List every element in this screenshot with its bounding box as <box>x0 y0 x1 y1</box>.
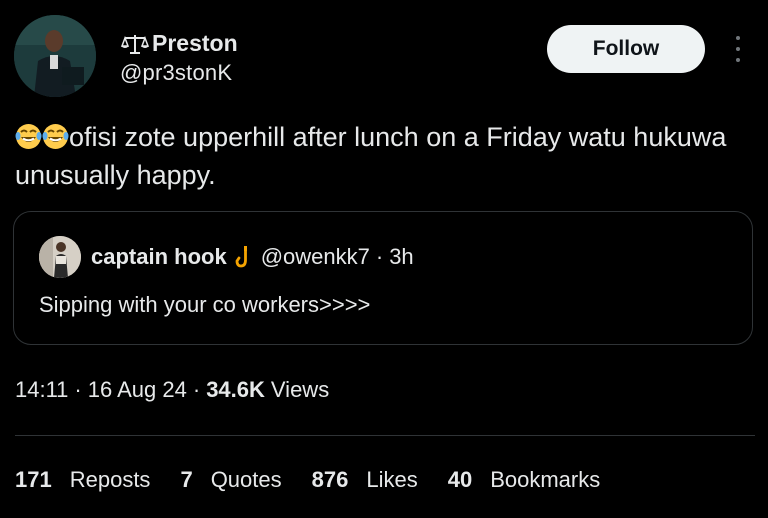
bookmarks-label: Bookmarks <box>490 467 601 492</box>
tweet-meta: 14:11 · 16 Aug 24 · 34.6K Views <box>15 377 329 403</box>
quotes-stat[interactable]: 7 Quotes <box>180 467 281 493</box>
more-options-icon[interactable] <box>733 36 743 62</box>
tweet-text: ofisi zote upperhill after lunch on a Fr… <box>15 118 745 194</box>
views-label: Views <box>270 377 330 402</box>
profile-photo-icon <box>14 15 96 97</box>
quote-author-avatar[interactable] <box>39 236 81 278</box>
quote-author-handle[interactable]: @owenkk7 <box>261 244 370 270</box>
separator-dot: · <box>375 244 384 269</box>
author-avatar[interactable] <box>14 15 96 97</box>
quotes-count: 7 <box>180 467 193 492</box>
likes-count: 876 <box>311 467 349 492</box>
profile-photo-icon <box>39 236 81 278</box>
reposts-stat[interactable]: 171 Reposts <box>15 467 150 493</box>
hook-icon <box>235 246 247 268</box>
quotes-label: Quotes <box>210 467 282 492</box>
separator-dot: · <box>74 377 82 402</box>
bookmarks-stat[interactable]: 40 Bookmarks <box>448 467 601 493</box>
quote-author-name[interactable]: captain hook <box>91 244 227 270</box>
author-name-row[interactable]: Preston <box>120 30 238 57</box>
tears-of-joy-emoji-icon <box>15 124 42 149</box>
reposts-label: Reposts <box>69 467 151 492</box>
quote-timestamp[interactable]: 3h <box>389 244 413 270</box>
quote-text: Sipping with your co workers>>>> <box>39 292 371 317</box>
quoted-tweet-card[interactable]: captain hook @owenkk7 · 3h Sipping with … <box>13 211 753 345</box>
divider <box>15 435 755 436</box>
reposts-count: 171 <box>15 467 52 492</box>
likes-stat[interactable]: 876 Likes <box>312 467 418 493</box>
bookmarks-count: 40 <box>447 467 473 492</box>
engagement-stats: 171 Reposts 7 Quotes 876 Likes 40 Bookma… <box>15 467 630 493</box>
quote-header: captain hook @owenkk7 · 3h <box>91 244 414 270</box>
views-count: 34.6K <box>206 377 265 402</box>
tweet-time[interactable]: 14:11 <box>15 377 68 403</box>
follow-button[interactable]: Follow <box>547 25 705 73</box>
tweet-body: ofisi zote upperhill after lunch on a Fr… <box>15 122 727 190</box>
author-display-name[interactable]: Preston <box>152 30 238 57</box>
likes-label: Likes <box>366 467 418 492</box>
tears-of-joy-emoji-icon <box>42 124 69 149</box>
balance-scale-icon <box>120 34 150 54</box>
separator-dot: · <box>192 377 201 402</box>
tweet-date[interactable]: 16 Aug 24 <box>88 377 187 403</box>
author-handle[interactable]: @pr3stonK <box>120 60 232 86</box>
